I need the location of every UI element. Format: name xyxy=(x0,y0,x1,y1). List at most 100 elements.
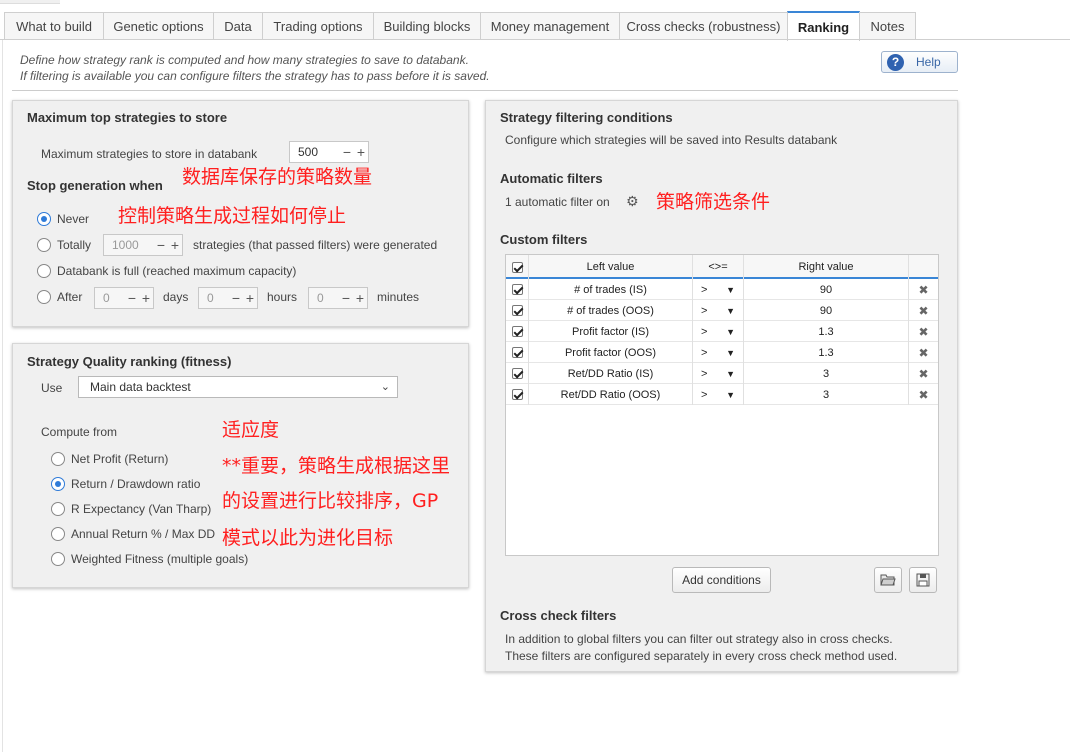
operator-cell[interactable]: > ▼ xyxy=(693,300,744,321)
close-icon[interactable]: ✖ xyxy=(918,346,928,360)
operator-cell[interactable]: > ▼ xyxy=(693,363,744,384)
checkbox-icon[interactable] xyxy=(511,326,523,337)
max-strategies-stepper[interactable]: 500 − + xyxy=(289,141,369,163)
tab-cross-checks[interactable]: Cross checks (robustness) xyxy=(619,12,788,40)
tab-trading-options[interactable]: Trading options xyxy=(262,12,374,40)
totally-stepper[interactable]: 1000 − + xyxy=(103,234,183,256)
tab-data[interactable]: Data xyxy=(213,12,263,40)
delete-row-cell[interactable]: ✖ xyxy=(909,279,938,300)
left-value-cell[interactable]: # of trades (IS) xyxy=(529,279,693,300)
return-drawdown-radio[interactable] xyxy=(51,477,65,491)
row-checkbox-cell[interactable] xyxy=(506,321,529,342)
dropdown-arrow-icon: ▼ xyxy=(726,326,735,337)
right-value-cell[interactable]: 90 xyxy=(744,279,909,300)
minutes-stepper[interactable]: 0 − + xyxy=(308,287,368,309)
right-value-cell[interactable]: 1.3 xyxy=(744,342,909,363)
right-value-cell[interactable]: 1.3 xyxy=(744,321,909,342)
right-value-cell[interactable]: 90 xyxy=(744,300,909,321)
left-value-cell[interactable]: # of trades (OOS) xyxy=(529,300,693,321)
close-icon[interactable]: ✖ xyxy=(918,388,928,402)
close-icon[interactable]: ✖ xyxy=(918,367,928,381)
save-button[interactable] xyxy=(909,567,937,593)
left-value-cell[interactable]: Profit factor (IS) xyxy=(529,321,693,342)
annotation-stop-control: 控制策略生成过程如何停止 xyxy=(118,205,347,227)
checkbox-icon[interactable] xyxy=(511,261,523,273)
close-icon[interactable]: ✖ xyxy=(918,304,928,318)
table-row[interactable]: Ret/DD Ratio (IS) > ▼ 3 ✖ xyxy=(506,363,938,384)
left-value-cell[interactable]: Profit factor (OOS) xyxy=(529,342,693,363)
table-header: Left value <>= Right value xyxy=(506,255,938,279)
tab-ranking[interactable]: Ranking xyxy=(787,11,860,41)
table-row[interactable]: # of trades (OOS) > ▼ 90 ✖ xyxy=(506,300,938,321)
delete-row-cell[interactable]: ✖ xyxy=(909,342,938,363)
help-button[interactable]: ? Help xyxy=(881,51,958,73)
increment-icon[interactable]: + xyxy=(354,144,368,160)
checkbox-icon[interactable] xyxy=(511,389,523,400)
close-icon[interactable]: ✖ xyxy=(918,325,928,339)
after-radio[interactable] xyxy=(37,290,51,304)
use-select[interactable]: Main data backtest ⌄ xyxy=(78,376,398,398)
tab-notes[interactable]: Notes xyxy=(859,12,916,40)
decrement-icon[interactable]: − xyxy=(154,237,168,253)
operator-cell[interactable]: > ▼ xyxy=(693,279,744,300)
select-all-checkbox-cell[interactable] xyxy=(506,255,529,279)
table-row[interactable]: Profit factor (OOS) > ▼ 1.3 ✖ xyxy=(506,342,938,363)
delete-row-cell[interactable]: ✖ xyxy=(909,384,938,405)
row-checkbox-cell[interactable] xyxy=(506,363,529,384)
table-row[interactable]: # of trades (IS) > ▼ 90 ✖ xyxy=(506,279,938,300)
add-conditions-button[interactable]: Add conditions xyxy=(672,567,771,593)
right-value-cell[interactable]: 3 xyxy=(744,363,909,384)
checkbox-icon[interactable] xyxy=(511,347,523,358)
row-checkbox-cell[interactable] xyxy=(506,300,529,321)
tab-building-blocks[interactable]: Building blocks xyxy=(373,12,481,40)
tab-genetic-options[interactable]: Genetic options xyxy=(103,12,214,40)
gear-icon[interactable]: ⚙ xyxy=(626,193,639,210)
row-checkbox-cell[interactable] xyxy=(506,279,529,300)
hours-stepper[interactable]: 0 − + xyxy=(198,287,258,309)
annual-return-radio[interactable] xyxy=(51,527,65,541)
open-folder-button[interactable] xyxy=(874,567,902,593)
increment-icon[interactable]: + xyxy=(139,290,153,306)
days-value: 0 xyxy=(103,291,110,305)
right-value-cell[interactable]: 3 xyxy=(744,384,909,405)
table-row[interactable]: Profit factor (IS) > ▼ 1.3 ✖ xyxy=(506,321,938,342)
weighted-fitness-radio[interactable] xyxy=(51,552,65,566)
table-row[interactable]: Ret/DD Ratio (OOS) > ▼ 3 ✖ xyxy=(506,384,938,405)
left-value-cell[interactable]: Ret/DD Ratio (OOS) xyxy=(529,384,693,405)
decrement-icon[interactable]: − xyxy=(125,290,139,306)
increment-icon[interactable]: + xyxy=(168,237,182,253)
annotation-note-3: 模式以此为进化目标 xyxy=(222,527,394,549)
delete-row-cell[interactable]: ✖ xyxy=(909,363,938,384)
totally-radio[interactable] xyxy=(37,238,51,252)
minutes-label: minutes xyxy=(377,290,420,304)
r-expectancy-radio[interactable] xyxy=(51,502,65,516)
checkbox-icon[interactable] xyxy=(511,305,523,316)
operator-cell[interactable]: > ▼ xyxy=(693,384,744,405)
operator-cell[interactable]: > ▼ xyxy=(693,342,744,363)
left-value-cell[interactable]: Ret/DD Ratio (IS) xyxy=(529,363,693,384)
tab-what-to-build[interactable]: What to build xyxy=(4,12,104,40)
row-checkbox-cell[interactable] xyxy=(506,342,529,363)
tab-money-management[interactable]: Money management xyxy=(480,12,620,40)
after-label: After xyxy=(57,290,83,304)
dropdown-arrow-icon: ▼ xyxy=(726,347,735,358)
decrement-icon[interactable]: − xyxy=(340,144,354,160)
increment-icon[interactable]: + xyxy=(353,290,367,306)
row-checkbox-cell[interactable] xyxy=(506,384,529,405)
databank-full-radio[interactable] xyxy=(37,264,51,278)
checkbox-icon[interactable] xyxy=(511,368,523,379)
cross-check-title: Cross check filters xyxy=(500,608,617,623)
automatic-filters-text: 1 automatic filter on xyxy=(505,195,610,209)
delete-row-cell[interactable]: ✖ xyxy=(909,321,938,342)
increment-icon[interactable]: + xyxy=(243,290,257,306)
never-radio[interactable] xyxy=(37,212,51,226)
checkbox-icon[interactable] xyxy=(511,284,523,295)
description-line-2: If filtering is available you can config… xyxy=(20,69,490,83)
decrement-icon[interactable]: − xyxy=(339,290,353,306)
decrement-icon[interactable]: − xyxy=(229,290,243,306)
operator-cell[interactable]: > ▼ xyxy=(693,321,744,342)
days-stepper[interactable]: 0 − + xyxy=(94,287,154,309)
net-profit-radio[interactable] xyxy=(51,452,65,466)
close-icon[interactable]: ✖ xyxy=(918,283,928,297)
delete-row-cell[interactable]: ✖ xyxy=(909,300,938,321)
